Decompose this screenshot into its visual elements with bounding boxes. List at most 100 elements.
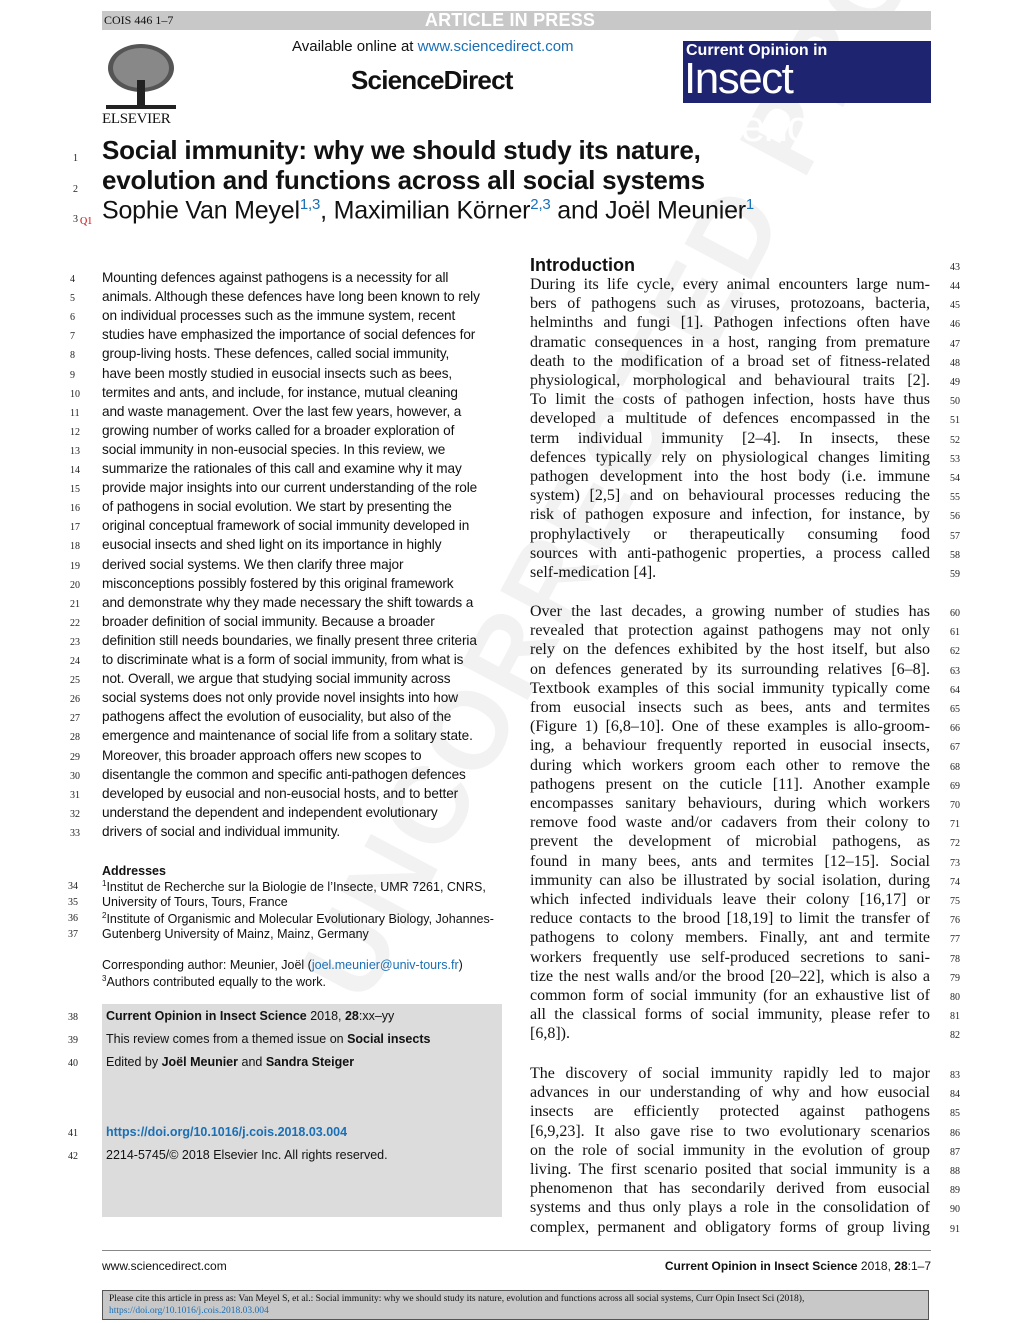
body-line: [6,9,23]. It also gave rise to two evolu… — [530, 1122, 930, 1140]
abstract-line: definition still needs boundaries, we fi… — [102, 632, 477, 648]
line-number: 8 — [70, 350, 75, 362]
citation-box: Please cite this article in press as: Va… — [102, 1290, 929, 1320]
footer-volume: 28 — [894, 1259, 908, 1273]
abstract-line: derived social systems. We then clarify … — [102, 556, 404, 572]
line-number: 88 — [950, 1166, 960, 1177]
elsevier-wordmark: ELSEVIER — [102, 111, 171, 127]
line-number: 54 — [950, 473, 960, 484]
line-number: 10 — [70, 388, 80, 400]
body-line: living. The first scenario posited that … — [530, 1161, 930, 1178]
abstract-line: Moreover, this broader approach offers n… — [102, 747, 422, 763]
line-number: 72 — [950, 838, 960, 850]
line-number: 89 — [950, 1185, 960, 1197]
abstract-line: to discriminate what is a form of social… — [102, 652, 464, 667]
line-number: 22 — [70, 617, 80, 629]
body-line: [6,8]). — [530, 1025, 570, 1043]
footnote-text: Authors contributed equally to the work. — [106, 975, 327, 990]
abstract-line: developed by eusocial and non-eusocial h… — [102, 785, 459, 801]
citation-doi-link[interactable]: https://doi.org/10.1016/j.cois.2018.03.0… — [109, 1306, 269, 1316]
abstract-line: not. Overall, we argue that studying soc… — [102, 671, 451, 687]
article-status: ARTICLE IN PRESS — [424, 10, 596, 30]
author-separator: , — [320, 196, 334, 225]
abstract-line: termites and ants, and include, for inst… — [102, 384, 458, 400]
body-line: during which workers groom each other to… — [530, 756, 930, 774]
line-number: 68 — [950, 761, 960, 773]
abstract-line: of pathogens in social evolution. We sta… — [102, 499, 452, 515]
line-number: 30 — [70, 770, 80, 782]
abstract-line: have been mostly studied in eusocial ins… — [102, 365, 453, 381]
available-label: Available online at — [292, 38, 418, 55]
abstract-line: understand the dependent and independent… — [102, 804, 438, 820]
doi-link[interactable]: https://doi.org/10.1016/j.cois.2018.03.0… — [106, 1125, 347, 1139]
abstract-line: drivers of social and individual immunit… — [102, 823, 341, 839]
line-number: 41 — [68, 1128, 78, 1139]
corresponding-label: Corresponding author: Meunier, Joël ( — [102, 958, 312, 972]
line-number: 90 — [950, 1204, 960, 1216]
body-line: remove food waste and/or cadavers from t… — [530, 814, 930, 832]
address-line: University of Tours, Tours, France — [102, 895, 288, 909]
article-title: Social immunity: why we should study its… — [102, 135, 705, 195]
footer-journal: Current Opinion in Insect Science 2018, … — [665, 1259, 931, 1273]
line-number: 62 — [950, 646, 960, 658]
line-number: 56 — [950, 511, 960, 523]
address-line: Gutenberg University of Mainz, Mainz, Ge… — [102, 927, 369, 941]
abstract-line: pathogens affect the evolution of eusoci… — [102, 709, 452, 725]
journal-name: Current Opinion in Insect Science — [106, 1009, 307, 1023]
line-number: 33 — [70, 827, 80, 839]
line-number: 74 — [950, 876, 960, 888]
footer-site[interactable]: www.sciencedirect.com — [102, 1259, 227, 1273]
line-number: 3 — [73, 214, 78, 225]
body-line: (Figure 1) [6,8–10]. One of these exampl… — [530, 718, 930, 736]
abstract-line: misconceptions possibly fostered by this… — [102, 575, 454, 591]
line-number: 28 — [70, 732, 80, 744]
line-number: 7 — [70, 331, 75, 343]
and-text: and — [238, 1055, 266, 1069]
query-mark[interactable]: Q1 — [80, 216, 92, 227]
line-number: 38 — [68, 1012, 78, 1023]
address-text: Gutenberg University of Mainz, Mainz, Ge… — [102, 927, 369, 942]
themed-issue: This review comes from a themed issue on… — [106, 1032, 430, 1046]
line-number: 6 — [70, 312, 75, 324]
line-number: 4 — [70, 274, 75, 285]
line-number: 86 — [950, 1127, 960, 1139]
line-number: 91 — [950, 1223, 960, 1235]
line-number: 9 — [70, 369, 75, 381]
abstract-line: provide major insights into our current … — [102, 480, 478, 496]
line-number: 18 — [70, 541, 80, 553]
line-number: 43 — [950, 262, 960, 273]
corresponding-author: Corresponding author: Meunier, Joël (joe… — [102, 958, 463, 972]
title-line: Social immunity: why we should study its… — [102, 135, 701, 165]
body-line: immunity can also be illustrated by soci… — [530, 871, 930, 889]
author-separator: and — [550, 196, 606, 225]
footer-year: 2018, — [857, 1259, 895, 1273]
line-number: 84 — [950, 1089, 960, 1101]
body-line: self-medication [4]. — [530, 564, 657, 581]
body-line: helminths and fungi [1]. Pathogen infect… — [530, 314, 930, 332]
edited-label: Edited by — [106, 1055, 162, 1069]
line-number: 47 — [950, 338, 960, 350]
body-line: prevent the development of microbial pat… — [530, 833, 930, 851]
sciencedirect-link[interactable]: www.sciencedirect.com — [418, 38, 574, 55]
body-line: reduce contacts to the brood [18,19] to … — [530, 910, 930, 928]
body-line: which infected individuals leave their c… — [530, 891, 930, 908]
line-number: 69 — [950, 780, 960, 792]
pages: :xx–yy — [358, 1009, 395, 1023]
line-number: 82 — [950, 1030, 960, 1042]
line-number: 23 — [70, 636, 80, 648]
email-link[interactable]: joel.meunier@univ-tours.fr — [312, 958, 459, 972]
line-number: 64 — [950, 684, 960, 696]
editors: Edited by Joël Meunier and Sandra Steige… — [106, 1055, 354, 1069]
themed-label: This review comes from a themed issue on — [106, 1032, 348, 1046]
abstract-line: growing number of works called for a bro… — [102, 422, 455, 438]
journal-logo-line2: Insect Science — [684, 54, 832, 151]
abstract-line: animals. Although these defences have lo… — [102, 289, 480, 305]
line-number: 45 — [950, 300, 960, 312]
line-number: 21 — [70, 598, 80, 610]
abstract-line: group-living hosts. These defences, call… — [102, 346, 450, 362]
line-number: 66 — [950, 723, 960, 735]
body-line: encompasses sanitary behaviours, during … — [530, 795, 930, 812]
line-number: 78 — [950, 953, 960, 965]
body-line: tize the nest walls and/or the brood [20… — [530, 967, 930, 985]
line-number: 40 — [68, 1058, 78, 1069]
author-name: Maximilian Körner — [333, 196, 531, 225]
